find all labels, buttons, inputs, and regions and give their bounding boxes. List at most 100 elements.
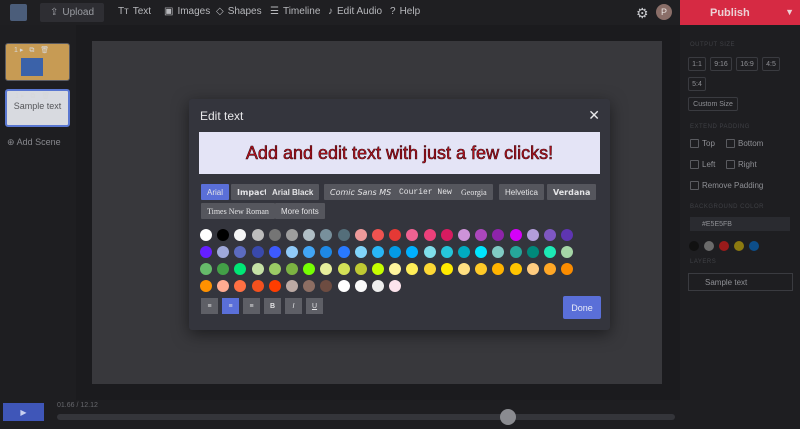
color-swatch[interactable] [406,263,419,275]
color-swatch[interactable] [200,263,212,275]
ratio-1-1[interactable]: 1:1 [688,57,706,71]
color-swatch[interactable] [303,229,316,241]
color-swatch[interactable] [200,246,212,258]
font-option-helvetica[interactable]: Helvetica [499,184,544,200]
color-swatch[interactable] [561,246,574,258]
nav-text[interactable]: Tт Text [118,6,151,17]
color-swatch[interactable] [320,246,333,258]
nav-images[interactable]: ▣ Images [164,6,210,17]
publish-button[interactable]: Publish ▼ [680,0,800,25]
scene-thumbnail-2[interactable]: 1▸ ⧉ 🗑 Sample text [5,89,70,127]
color-swatch[interactable] [234,280,247,292]
color-swatch[interactable] [286,229,298,241]
timeline-track[interactable] [57,414,675,420]
color-swatch[interactable] [372,280,384,292]
color-swatch[interactable] [337,246,350,258]
color-swatch[interactable] [423,229,436,241]
bg-swatch[interactable] [734,241,744,251]
color-swatch[interactable] [372,246,384,258]
color-swatch[interactable] [286,246,298,258]
color-swatch[interactable] [200,229,212,241]
color-swatch[interactable] [268,263,281,275]
color-swatch[interactable] [526,246,539,258]
color-swatch[interactable] [337,280,350,292]
color-swatch[interactable] [268,229,281,241]
font-option-arial[interactable]: Arial [201,184,230,200]
color-swatch[interactable] [389,246,402,258]
color-swatch[interactable] [354,246,367,258]
color-swatch[interactable] [406,229,419,241]
bg-swatch[interactable] [689,241,699,251]
nav-help[interactable]: ? Help [390,6,420,17]
nav-timeline[interactable]: ☰ Timeline [270,6,320,17]
padding-top[interactable]: Top [690,139,715,148]
color-swatch[interactable] [372,229,384,241]
color-swatch[interactable] [440,263,453,275]
color-swatch[interactable] [234,229,247,241]
scene-tools[interactable]: 1▸ ⧉ 🗑 [15,92,52,101]
close-icon[interactable]: ✕ [588,107,600,124]
color-swatch[interactable] [544,246,556,258]
color-swatch[interactable] [458,263,470,275]
color-swatch[interactable] [475,263,488,275]
padding-left[interactable]: Left [690,160,715,169]
color-swatch[interactable] [234,246,247,258]
text-preview[interactable]: Add and edit text with just a few clicks… [199,132,600,174]
padding-right[interactable]: Right [726,160,757,169]
color-swatch[interactable] [526,263,539,275]
align-right-icon[interactable]: ≡ [243,298,260,314]
color-swatch[interactable] [286,280,298,292]
color-swatch[interactable] [475,246,488,258]
nav-shapes[interactable]: ◇ Shapes [216,6,262,17]
color-swatch[interactable] [354,280,367,292]
color-swatch[interactable] [372,263,384,275]
color-swatch[interactable] [251,280,264,292]
underline-icon[interactable]: U [306,298,323,314]
more-fonts-button[interactable]: More fonts [275,203,325,219]
color-swatch[interactable] [509,246,522,258]
nav-edit-audio[interactable]: ♪ Edit Audio [328,6,382,17]
color-swatch[interactable] [492,229,505,241]
color-swatch[interactable] [458,246,470,258]
color-swatch[interactable] [303,263,316,275]
color-swatch[interactable] [217,263,230,275]
gear-icon[interactable]: ⚙ [636,5,649,22]
color-swatch[interactable] [492,246,505,258]
color-swatch[interactable] [354,263,367,275]
font-option-times-new-roman[interactable]: Times New Roman [201,203,275,219]
done-button[interactable]: Done [563,296,601,319]
font-option-comic-sans[interactable]: Comic Sans MS [324,184,398,200]
app-logo[interactable] [10,4,27,21]
padding-bottom[interactable]: Bottom [726,139,763,148]
color-swatch[interactable] [303,280,316,292]
remove-padding[interactable]: Remove Padding [690,181,763,190]
color-swatch[interactable] [251,263,264,275]
ratio-9-16[interactable]: 9:16 [710,57,732,71]
color-swatch[interactable] [217,229,230,241]
background-hex-input[interactable]: #E5E5FB [690,217,790,231]
color-swatch[interactable] [526,229,539,241]
color-swatch[interactable] [423,246,436,258]
color-swatch[interactable] [440,229,453,241]
font-option-verdana[interactable]: Verdana [547,184,597,200]
scene-tools[interactable]: 1▸ ⧉ 🗑 [14,46,51,55]
color-swatch[interactable] [320,263,333,275]
upload-button[interactable]: ⇪ Upload [40,3,104,22]
color-swatch[interactable] [320,280,333,292]
color-swatch[interactable] [268,280,281,292]
color-swatch[interactable] [509,263,522,275]
layer-item[interactable]: Sample text [688,273,793,291]
avatar[interactable]: P [656,4,672,20]
color-swatch[interactable] [389,280,402,292]
color-swatch[interactable] [251,229,264,241]
color-swatch[interactable] [492,263,505,275]
color-swatch[interactable] [234,263,247,275]
bold-icon[interactable]: B [264,298,281,314]
color-swatch[interactable] [389,263,402,275]
bg-swatch[interactable] [749,241,759,251]
custom-size-button[interactable]: Custom Size [688,97,738,111]
timeline-scrubber[interactable] [500,409,516,425]
color-swatch[interactable] [268,246,281,258]
color-swatch[interactable] [423,263,436,275]
color-swatch[interactable] [320,229,333,241]
